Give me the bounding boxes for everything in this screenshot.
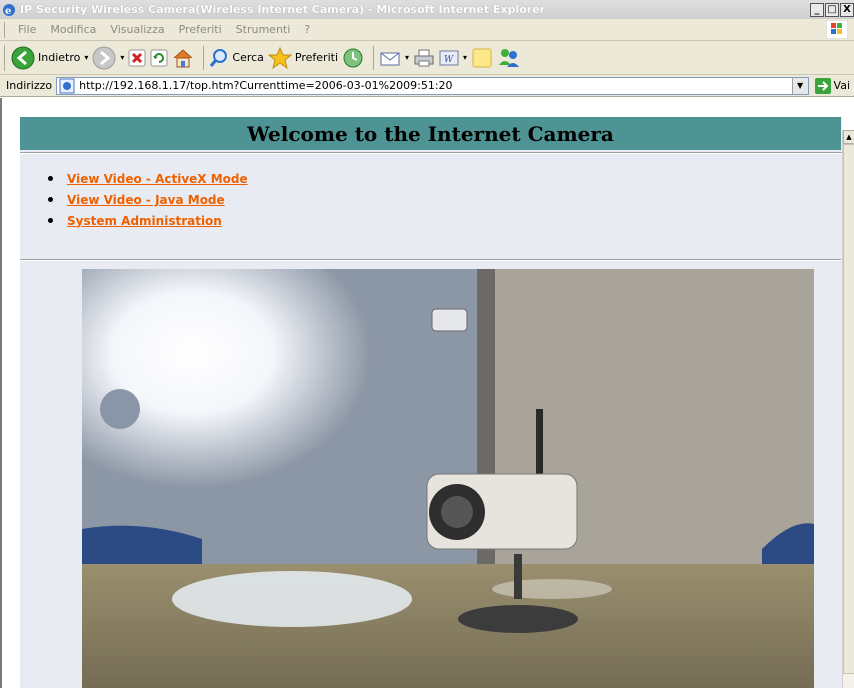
back-button[interactable]: Indietro ▾ (11, 46, 88, 70)
word-edit-icon: W (439, 50, 459, 65)
toolbar-separator (373, 45, 374, 70)
camera-video-frame (82, 269, 814, 688)
menu-preferiti[interactable]: Preferiti (172, 23, 229, 36)
go-button[interactable]: Vai (814, 77, 850, 94)
mail-icon (380, 52, 400, 65)
toolbar: Indietro ▾ ▾ Cerca Preferiti ▾ W ▾ (0, 41, 854, 75)
discuss-button[interactable] (471, 47, 493, 69)
edit-dropdown-icon[interactable]: ▾ (463, 53, 467, 62)
scroll-up-arrow-icon[interactable]: ▲ (843, 130, 854, 144)
svg-text:W: W (444, 55, 454, 65)
messenger-button[interactable] (497, 47, 521, 69)
list-item: View Video - Java Mode (48, 189, 842, 210)
edit-button[interactable]: W ▾ (439, 49, 467, 67)
title-bar: e IP Security Wireless Camera(Wireless I… (0, 0, 854, 19)
go-label: Vai (833, 79, 850, 92)
back-label: Indietro (38, 51, 81, 64)
menu-file[interactable]: File (11, 23, 43, 36)
bullet-icon (48, 218, 53, 223)
print-button[interactable] (413, 48, 435, 68)
divider (20, 259, 841, 261)
menu-help[interactable]: ? (297, 23, 317, 36)
address-bar: Indirizzo http://192.168.1.17/top.htm?Cu… (0, 75, 854, 97)
forward-arrow-icon (92, 46, 116, 69)
menu-strumenti[interactable]: Strumenti (229, 23, 298, 36)
back-dropdown-icon[interactable]: ▾ (84, 53, 88, 62)
print-icon (414, 49, 434, 66)
ie-logo-icon: e (3, 3, 15, 17)
refresh-button[interactable] (150, 49, 168, 67)
history-button[interactable] (342, 47, 364, 69)
search-label: Cerca (232, 51, 264, 64)
view-video-java-link[interactable]: View Video - Java Mode (67, 193, 225, 207)
page-icon (59, 78, 75, 93)
back-arrow-icon (11, 46, 35, 69)
toolbar-separator (203, 45, 205, 70)
menu-grip (4, 21, 7, 38)
system-administration-link[interactable]: System Administration (67, 214, 222, 228)
maximize-button[interactable]: □ (825, 2, 839, 17)
history-icon (343, 48, 363, 67)
bullet-icon (48, 176, 53, 181)
menu-modifica[interactable]: Modifica (43, 23, 103, 36)
go-arrow-icon (814, 77, 831, 94)
search-icon (210, 48, 228, 67)
svg-text:e: e (5, 6, 11, 17)
nav-links: View Video - ActiveX Mode View Video - J… (20, 154, 842, 231)
forward-button[interactable]: ▾ (92, 46, 124, 70)
mail-dropdown-icon[interactable]: ▾ (405, 53, 409, 62)
refresh-icon (150, 49, 168, 66)
menu-bar: File Modifica Visualizza Preferiti Strum… (0, 19, 854, 41)
home-icon (174, 48, 193, 67)
vertical-scrollbar[interactable]: ▲ (842, 130, 854, 688)
list-item: System Administration (48, 210, 842, 231)
stop-button[interactable] (128, 49, 146, 67)
search-button[interactable]: Cerca (209, 48, 264, 68)
favorites-button[interactable]: Preferiti (267, 46, 338, 69)
address-label: Indirizzo (6, 79, 53, 92)
scroll-thumb[interactable] (843, 144, 854, 674)
camera-page: Welcome to the Internet Camera View Vide… (20, 117, 842, 688)
address-dropdown-icon[interactable]: ▼ (791, 77, 808, 94)
address-input[interactable]: http://192.168.1.17/top.htm?Currenttime=… (56, 76, 809, 95)
stop-icon (128, 49, 146, 66)
forward-dropdown-icon[interactable]: ▾ (120, 53, 124, 62)
mail-button[interactable]: ▾ (379, 48, 409, 68)
toolbar-grip (4, 44, 7, 71)
address-url: http://192.168.1.17/top.htm?Currenttime=… (79, 79, 453, 92)
view-video-activex-link[interactable]: View Video - ActiveX Mode (67, 172, 248, 186)
messenger-icon (499, 48, 520, 67)
favorites-star-icon (267, 46, 292, 69)
favorites-label: Preferiti (294, 51, 338, 64)
list-item: View Video - ActiveX Mode (48, 168, 842, 189)
close-button[interactable]: X (840, 2, 854, 17)
windows-logo-icon (826, 20, 848, 39)
menu-visualizza[interactable]: Visualizza (103, 23, 171, 36)
note-icon (472, 48, 492, 67)
welcome-banner: Welcome to the Internet Camera (20, 117, 841, 150)
home-button[interactable] (172, 47, 194, 69)
window-title: IP Security Wireless Camera(Wireless Int… (20, 3, 546, 16)
minimize-button[interactable]: _ (810, 2, 824, 17)
bullet-icon (48, 197, 53, 202)
page-content: Welcome to the Internet Camera View Vide… (0, 98, 842, 688)
page-title: Welcome to the Internet Camera (247, 121, 614, 146)
